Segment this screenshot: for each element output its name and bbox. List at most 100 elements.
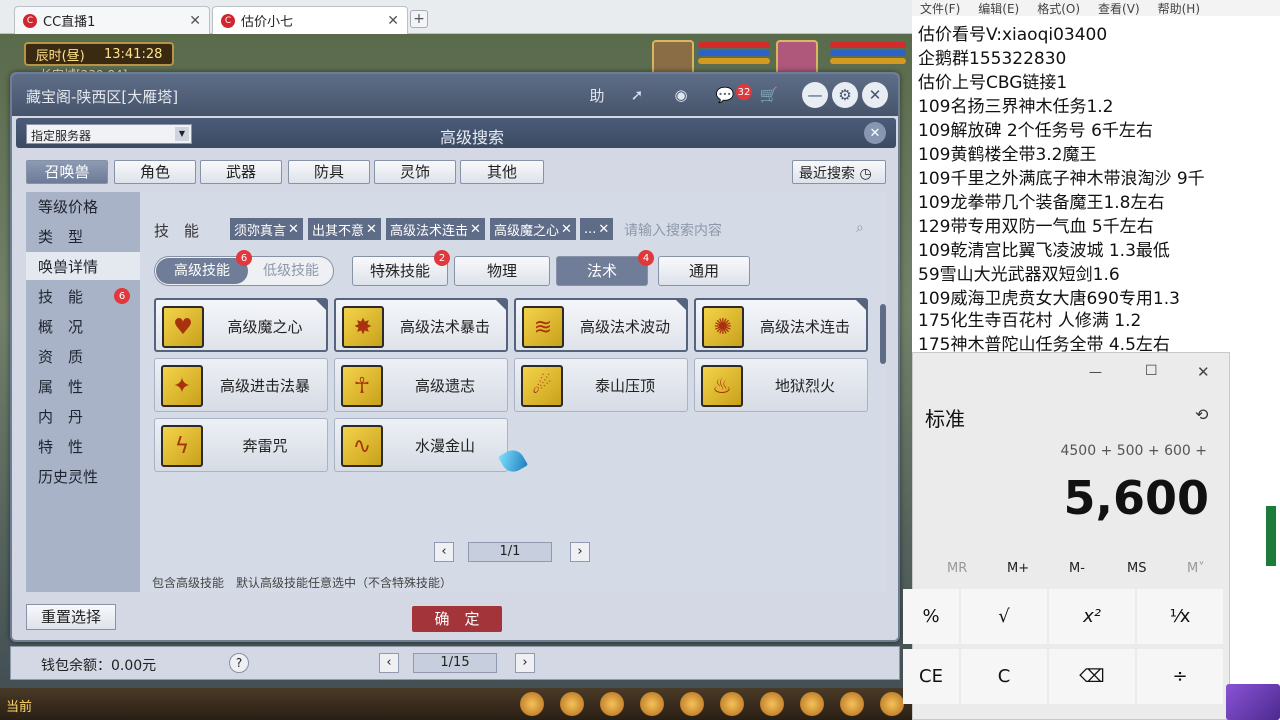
game-menu-icon[interactable] <box>800 692 824 716</box>
memory-store-button[interactable]: MS <box>1127 561 1146 576</box>
nav-history-spirit[interactable]: 历史灵性 <box>26 462 140 490</box>
reset-button[interactable]: 重置选择 <box>26 604 116 630</box>
toggle-low-level[interactable]: 低级技能 <box>251 258 331 284</box>
memory-list-button[interactable]: M˅ <box>1187 561 1205 576</box>
category-tab-armor[interactable]: 防具 <box>288 160 370 184</box>
share-icon[interactable]: ➚ <box>624 82 650 108</box>
clear-entry-button[interactable]: CE <box>903 649 959 704</box>
close-search-icon[interactable]: ✕ <box>864 122 886 144</box>
calc-mode[interactable]: 标准 <box>925 403 965 432</box>
game-menu-icon[interactable] <box>640 692 664 716</box>
percent-button[interactable]: % <box>903 589 959 644</box>
nav-attributes[interactable]: 属 性 <box>26 372 140 400</box>
close-icon[interactable]: ✕ <box>1197 363 1210 381</box>
subtab-magic[interactable]: 法术 <box>556 256 648 286</box>
channel-label[interactable]: 当前 <box>6 696 32 715</box>
menu-format[interactable]: 格式(O) <box>1037 0 1080 16</box>
history-icon[interactable]: ⟲ <box>1195 405 1208 424</box>
close-tab-icon[interactable]: ✕ <box>189 13 201 29</box>
help-button[interactable]: 助 <box>584 82 610 108</box>
prev-page-button[interactable]: ‹ <box>379 653 399 673</box>
remove-chip-icon[interactable]: ✕ <box>598 222 609 237</box>
cart-icon[interactable]: 🛒 <box>756 82 782 108</box>
subtab-physical[interactable]: 物理 <box>454 256 550 286</box>
skill-chip-more[interactable]: ... ✕ <box>580 218 614 240</box>
skill-chip[interactable]: 高级魔之心 ✕ <box>490 218 576 240</box>
skill-card[interactable]: ∿ 水漫金山 <box>334 418 508 472</box>
nav-overview[interactable]: 概 况 <box>26 312 140 340</box>
skill-card[interactable]: ♥ 高级魔之心 <box>154 298 328 352</box>
menu-help[interactable]: 帮助(H) <box>1158 0 1200 16</box>
category-tab-ornament[interactable]: 灵饰 <box>374 160 456 184</box>
scrollbar-thumb[interactable] <box>880 304 886 364</box>
skill-card[interactable]: ϟ 奔雷咒 <box>154 418 328 472</box>
game-menu-icon[interactable] <box>720 692 744 716</box>
skill-card[interactable]: ♨ 地狱烈火 <box>694 358 868 412</box>
skill-search-input[interactable]: 请输入搜索内容 <box>624 220 722 240</box>
square-button[interactable]: x² <box>1049 589 1135 644</box>
maximize-icon[interactable]: ☐ <box>1145 363 1158 379</box>
subtab-general[interactable]: 通用 <box>658 256 750 286</box>
remove-chip-icon[interactable]: ✕ <box>288 222 299 237</box>
skill-card[interactable]: ≋ 高级法术波动 <box>514 298 688 352</box>
nav-aptitude[interactable]: 资 质 <box>26 342 140 370</box>
chat-icon[interactable]: 💬 <box>712 82 738 108</box>
memory-subtract-button[interactable]: M- <box>1069 561 1085 576</box>
skill-chip[interactable]: 高级法术连击 ✕ <box>386 218 485 240</box>
skill-card[interactable]: ✦ 高级进击法暴 <box>154 358 328 412</box>
remove-chip-icon[interactable]: ✕ <box>561 222 572 237</box>
help-icon[interactable]: ? <box>229 653 249 673</box>
remove-chip-icon[interactable]: ✕ <box>366 222 377 237</box>
browser-tab-active[interactable]: C 估价小七 ✕ <box>212 6 408 34</box>
reciprocal-button[interactable]: ⅟x <box>1137 589 1223 644</box>
game-menu-icon[interactable] <box>840 692 864 716</box>
skill-card[interactable]: ☥ 高级遗志 <box>334 358 508 412</box>
game-menu-icon[interactable] <box>880 692 904 716</box>
new-tab-button[interactable]: + <box>410 10 428 28</box>
close-tab-icon[interactable]: ✕ <box>387 13 399 29</box>
nav-pet-details[interactable]: 唤兽详情 <box>26 252 140 280</box>
skill-card[interactable]: ✸ 高级法术暴击 <box>334 298 508 352</box>
category-tab-pet[interactable]: 召唤兽 <box>26 160 108 184</box>
minimize-icon[interactable]: — <box>802 82 828 108</box>
search-icon[interactable]: ⌕ <box>856 220 864 236</box>
category-tab-other[interactable]: 其他 <box>460 160 544 184</box>
nav-level-price[interactable]: 等级价格 <box>26 192 140 220</box>
skill-card[interactable]: ☄ 泰山压顶 <box>514 358 688 412</box>
backspace-button[interactable]: ⌫ <box>1049 649 1135 704</box>
skill-chip[interactable]: 须弥真言 ✕ <box>230 218 303 240</box>
menu-file[interactable]: 文件(F) <box>920 0 960 16</box>
nav-inner-pill[interactable]: 内 丹 <box>26 402 140 430</box>
record-icon[interactable]: ◉ <box>668 82 694 108</box>
game-menu-icon[interactable] <box>760 692 784 716</box>
divide-button[interactable]: ÷ <box>1137 649 1223 704</box>
category-tab-weapon[interactable]: 武器 <box>200 160 282 184</box>
minimize-icon[interactable]: — <box>1089 365 1102 380</box>
browser-tab-cc[interactable]: C CC直播1 ✕ <box>14 6 210 34</box>
game-menu-icon[interactable] <box>600 692 624 716</box>
skill-card[interactable]: ✺ 高级法术连击 <box>694 298 868 352</box>
confirm-button[interactable]: 确 定 <box>412 606 502 632</box>
memory-add-button[interactable]: M+ <box>1007 561 1029 576</box>
sqrt-button[interactable]: √ <box>961 589 1047 644</box>
nav-type[interactable]: 类 型 <box>26 222 140 250</box>
server-select[interactable]: 指定服务器 ▼ <box>26 124 192 144</box>
menu-view[interactable]: 查看(V) <box>1098 0 1140 16</box>
remove-chip-icon[interactable]: ✕ <box>470 222 481 237</box>
memory-recall-button[interactable]: MR <box>947 561 967 576</box>
menu-edit[interactable]: 编辑(E) <box>978 0 1019 16</box>
game-menu-icon[interactable] <box>560 692 584 716</box>
skill-chip[interactable]: 出其不意 ✕ <box>308 218 381 240</box>
close-window-icon[interactable]: ✕ <box>862 82 888 108</box>
next-page-button[interactable]: › <box>570 542 590 562</box>
game-menu-icon[interactable] <box>680 692 704 716</box>
recent-search-button[interactable]: 最近搜索 ◷ <box>792 160 886 184</box>
category-tab-role[interactable]: 角色 <box>114 160 196 184</box>
toggle-high-level[interactable]: 高级技能 <box>156 258 248 284</box>
game-menu-icon[interactable] <box>520 692 544 716</box>
clear-button[interactable]: C <box>961 649 1047 704</box>
prev-page-button[interactable]: ‹ <box>434 542 454 562</box>
settings-icon[interactable]: ⚙ <box>832 82 858 108</box>
next-page-button[interactable]: › <box>515 653 535 673</box>
nav-traits[interactable]: 特 性 <box>26 432 140 460</box>
